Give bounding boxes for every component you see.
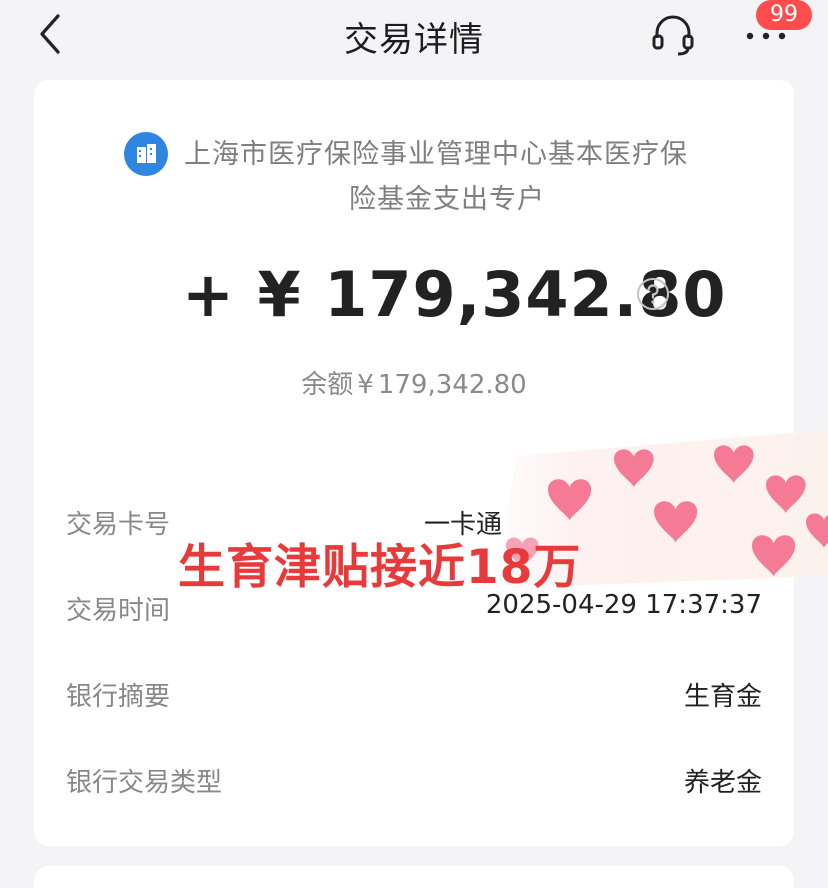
detail-value: 生育金 [683,682,762,712]
next-card [34,866,794,888]
notification-badge: 99 [756,0,812,30]
navigation-bar: 交易详情 99 [0,0,828,74]
detail-label: 银行摘要 [66,682,171,712]
payer-name: 上海市医疗保险事业管理中心基本医疗保 险基金支出专户 [184,132,724,222]
more-dots-icon [746,32,786,40]
payer-name-line1: 上海市医疗保险事业管理中心基本医疗保 [184,139,688,170]
balance-value: 179,342.80 [377,370,527,400]
detail-label: 交易卡号 [66,510,171,540]
detail-label: 银行交易类型 [66,768,223,798]
customer-service-button[interactable] [650,14,696,56]
detail-value: 养老金 [683,768,762,798]
payer-name-line2: 险基金支出专户 [349,184,545,215]
headset-icon [652,15,694,56]
balance-currency: ¥ [357,370,374,400]
question-circle-icon [637,278,669,310]
overlay-caption: 生育津贴接近18万 [178,540,582,595]
detail-row-summary: 银行摘要 生育金 [66,676,762,716]
amount-currency: ¥ [257,258,302,331]
balance: 余额 ¥179,342.80 [34,364,794,401]
balance-label: 余额 [301,370,354,400]
page-title: 交易详情 [344,20,484,60]
building-icon [124,132,168,176]
detail-row-type: 银行交易类型 养老金 [66,762,762,802]
help-button[interactable] [636,277,670,311]
detail-label: 交易时间 [66,596,171,626]
amount-sign: + [182,258,235,331]
